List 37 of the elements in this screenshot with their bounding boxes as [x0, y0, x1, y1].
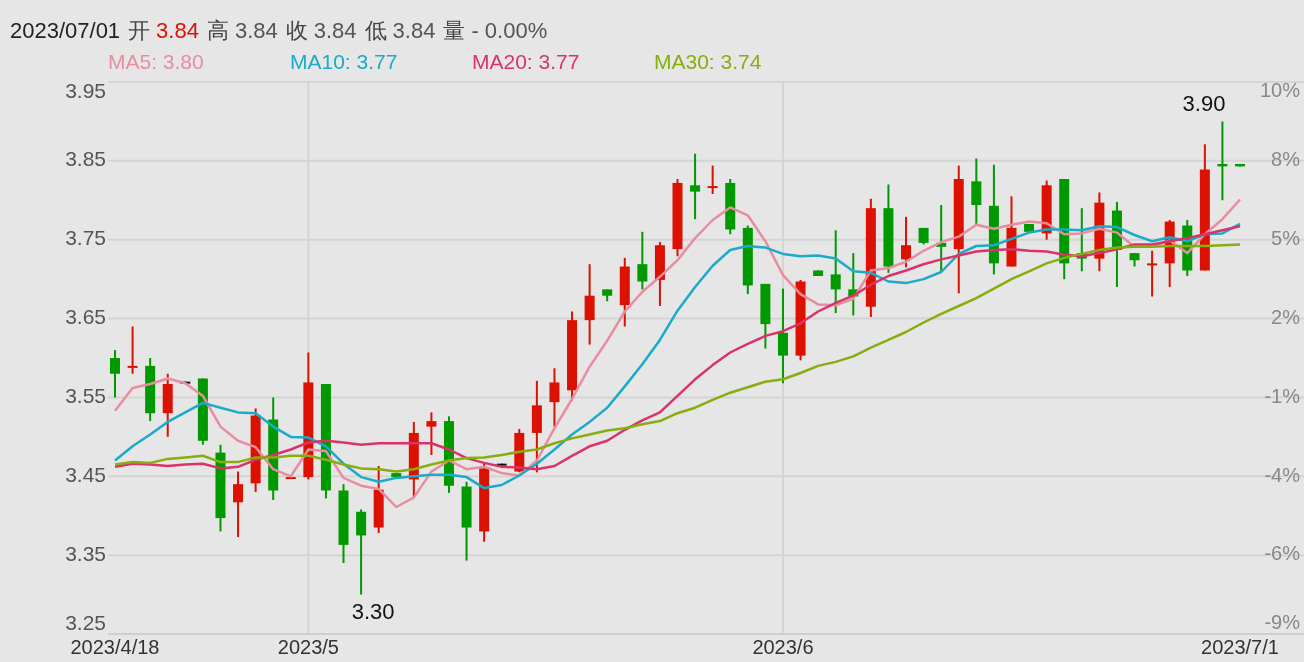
axis-label: -4% — [1264, 463, 1300, 486]
axis-label: -6% — [1264, 542, 1300, 565]
field-value: 3.84 — [234, 17, 278, 45]
axis-label: 2% — [1271, 305, 1300, 328]
field-value: - 0.00% — [471, 17, 548, 45]
field-value: 3.84 — [313, 17, 357, 45]
axis-label: 2023/6 — [752, 636, 814, 658]
axis-label: 2023/7/1 — [1201, 636, 1279, 658]
axis-label: 3.75 — [65, 226, 106, 250]
field-label: 高 — [206, 17, 229, 45]
axis-label: 3.85 — [65, 147, 106, 171]
field-value: 3.84 — [392, 17, 436, 45]
field-label: 低 — [364, 17, 387, 45]
date-label: 2023/07/01 — [10, 17, 121, 45]
legend-item: MA5: 3.80 — [108, 50, 204, 73]
axis-label: 3.65 — [65, 305, 106, 329]
axis-label: -9% — [1264, 611, 1300, 634]
axis-label: 2023/4/18 — [70, 636, 160, 658]
axis-label: 3.95 — [65, 78, 106, 102]
axis-label: -1% — [1264, 384, 1300, 407]
axis-label: 8% — [1271, 148, 1300, 171]
field-label: 收 — [285, 17, 308, 45]
field-value: 3.84 — [156, 17, 199, 45]
legend-item: MA10: 3.77 — [290, 50, 398, 73]
price-annotation: 3.30 — [351, 598, 395, 624]
axis-label: 10% — [1259, 79, 1300, 102]
legend-item: MA20: 3.77 — [472, 50, 580, 73]
price-annotation: 3.90 — [1182, 91, 1226, 117]
field-label: 开 — [128, 17, 151, 45]
axis-label: 3.25 — [65, 610, 106, 634]
axis-label: 3.35 — [65, 541, 106, 565]
axis-label: 5% — [1271, 227, 1300, 249]
axis-label: 3.55 — [65, 384, 106, 407]
field-label: 量 — [443, 17, 466, 45]
axis-label: 3.45 — [65, 462, 106, 486]
axis-label: 2023/5 — [277, 636, 339, 658]
legend-item: MA30: 3.74 — [654, 50, 762, 73]
